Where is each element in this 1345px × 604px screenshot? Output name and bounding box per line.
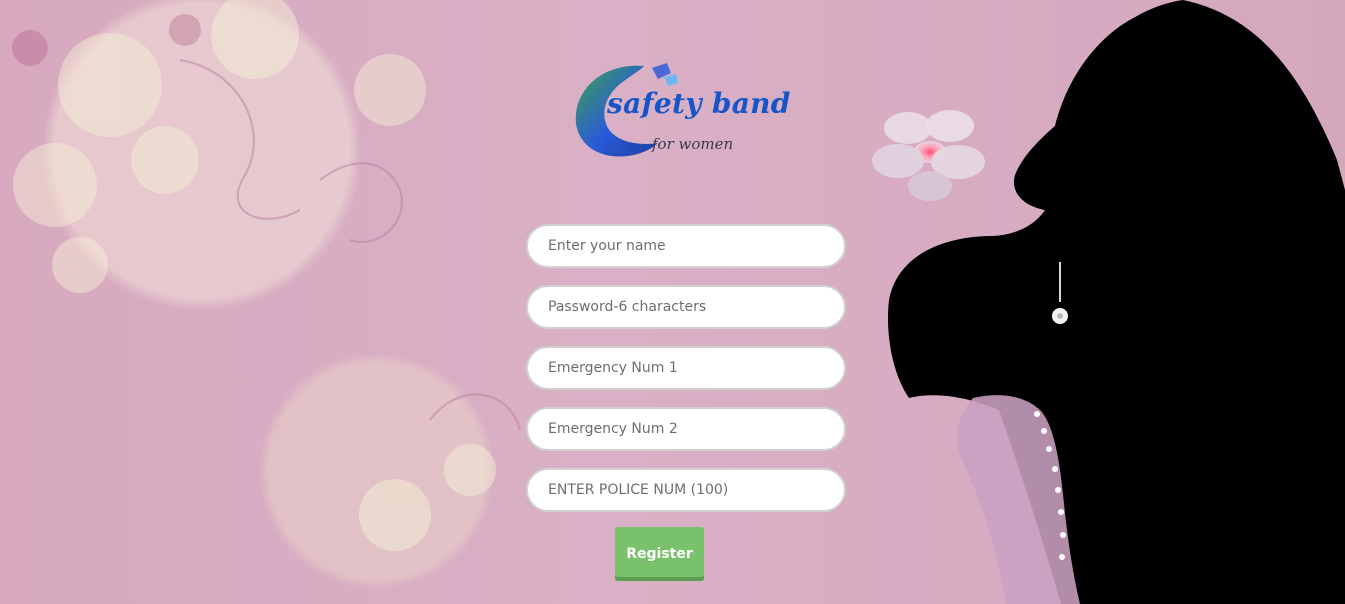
emergency-number-2-input[interactable] (526, 407, 846, 451)
police-number-input[interactable] (526, 468, 846, 512)
pendant-icon (1052, 262, 1068, 324)
pink-flower-icon (872, 110, 985, 201)
brand-logo: safety band for women (572, 56, 790, 166)
emergency-number-1-input[interactable] (526, 346, 846, 390)
name-input[interactable] (526, 224, 846, 268)
brand-tagline: for women (652, 135, 734, 153)
password-input[interactable] (526, 285, 846, 329)
register-button[interactable]: Register (615, 527, 704, 581)
registration-form (526, 224, 846, 529)
woman-silhouette (785, 0, 1345, 604)
brand-name: safety band (607, 87, 791, 120)
